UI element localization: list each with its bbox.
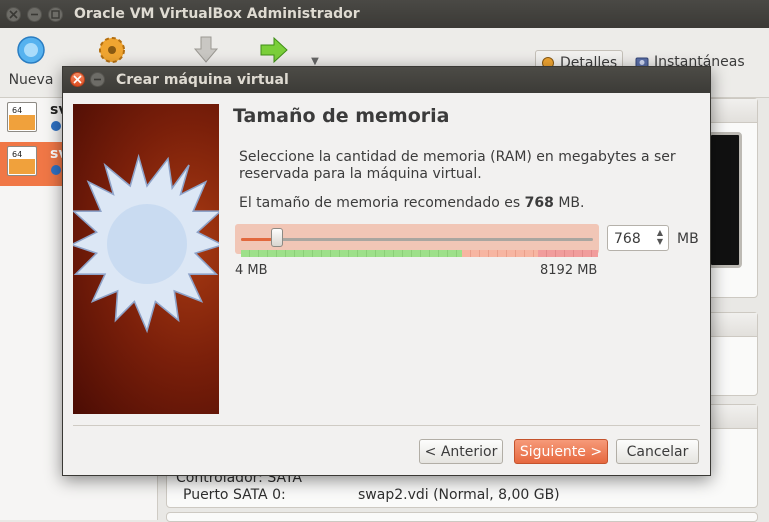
recommended-memory-text: El tamaño de memoria recomendado es 768 …	[239, 195, 584, 211]
minimize-icon	[94, 78, 101, 81]
arrow-down-icon	[193, 36, 219, 63]
memory-scale-safe	[241, 250, 462, 257]
power-state-icon	[51, 121, 61, 131]
storage-port-value: swap2.vdi (Normal, 8,00 GB)	[358, 487, 560, 503]
memory-spinbox[interactable]: 768 ▲ ▼	[607, 225, 669, 251]
power-state-icon	[51, 165, 61, 175]
start-button[interactable]	[258, 34, 290, 70]
gear-icon	[99, 37, 125, 63]
button-separator	[73, 425, 700, 426]
svg-text:64: 64	[12, 106, 22, 115]
slider-min-label: 4 MB	[235, 263, 268, 278]
recommended-unit: MB.	[558, 195, 585, 211]
memory-description: Seleccione la cantidad de memoria (RAM) …	[239, 149, 676, 182]
memory-unit: MB	[677, 231, 699, 247]
close-window-button[interactable]	[6, 7, 21, 22]
new-star-icon	[17, 36, 45, 64]
maximize-window-button[interactable]	[48, 7, 63, 22]
main-titlebar: Oracle VM VirtualBox Administrador	[0, 0, 769, 28]
close-icon	[73, 75, 82, 84]
new-vm-button[interactable]: Nueva	[8, 34, 54, 88]
spin-down-icon[interactable]: ▼	[654, 237, 666, 246]
arrow-right-icon	[260, 36, 288, 64]
dialog-title: Crear máquina virtual	[116, 72, 289, 88]
starburst-icon	[73, 153, 219, 334]
spin-arrows: ▲ ▼	[654, 228, 666, 248]
network-panel	[166, 512, 758, 522]
wizard-side-image	[73, 104, 219, 414]
slider-max-label: 8192 MB	[540, 263, 598, 278]
vm-preview-screen	[708, 132, 742, 268]
spin-up-icon[interactable]: ▲	[654, 228, 666, 237]
dialog-close-button[interactable]	[70, 72, 85, 87]
dialog-minimize-button[interactable]	[90, 72, 105, 87]
storage-port-label: Puerto SATA 0:	[183, 487, 286, 503]
main-window-title: Oracle VM VirtualBox Administrador	[74, 6, 360, 22]
memory-value[interactable]: 768	[614, 231, 641, 247]
discard-button[interactable]	[190, 34, 222, 70]
dialog-titlebar: Crear máquina virtual	[63, 67, 710, 93]
recommended-prefix: El tamaño de memoria recomendado es	[239, 195, 521, 211]
minimize-icon	[31, 13, 38, 16]
close-icon	[9, 10, 18, 19]
page-heading: Tamaño de memoria	[233, 105, 450, 127]
recommended-value: 768	[524, 195, 554, 211]
cancel-button[interactable]: Cancelar	[616, 439, 699, 464]
vm-os-icon: 64	[7, 146, 37, 176]
create-vm-dialog: Crear máquina virtual Tamaño de memoria …	[62, 66, 711, 476]
minimize-window-button[interactable]	[27, 7, 42, 22]
slider-handle[interactable]	[271, 228, 283, 247]
slider-track	[241, 238, 593, 241]
memory-scale-warning	[462, 250, 538, 257]
memory-scale-danger	[538, 250, 598, 257]
next-button[interactable]: Siguiente >	[514, 439, 608, 464]
settings-button[interactable]	[96, 34, 128, 70]
new-vm-label: Nueva	[8, 72, 54, 88]
vm-os-icon: 64	[7, 102, 37, 132]
back-button[interactable]: < Anterior	[419, 439, 503, 464]
maximize-icon	[51, 10, 60, 19]
svg-text:64: 64	[12, 150, 22, 159]
